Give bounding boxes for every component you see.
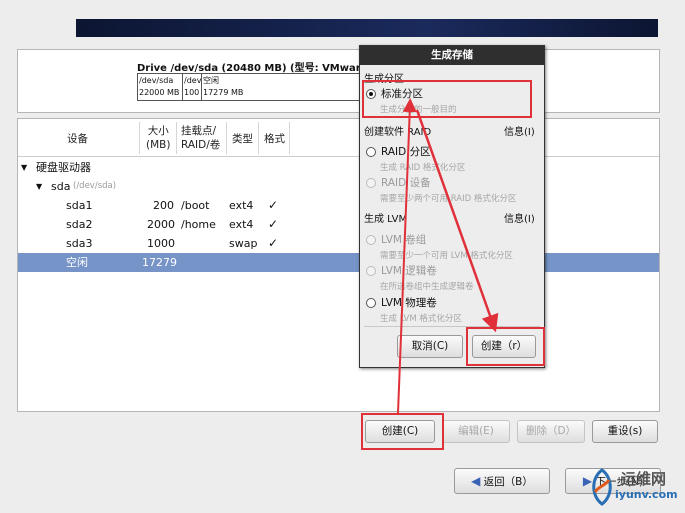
arrow-create-to-standard — [397, 98, 417, 414]
watermark-cn: 运维网 — [621, 470, 667, 488]
watermark-en: iyunv.com — [615, 488, 678, 501]
watermark: 运维网 iyunv.com — [585, 466, 683, 510]
annotation-arrows — [397, 98, 499, 414]
arrow-standard-to-dialog-create — [415, 109, 499, 333]
watermark-logo-icon — [592, 468, 612, 506]
